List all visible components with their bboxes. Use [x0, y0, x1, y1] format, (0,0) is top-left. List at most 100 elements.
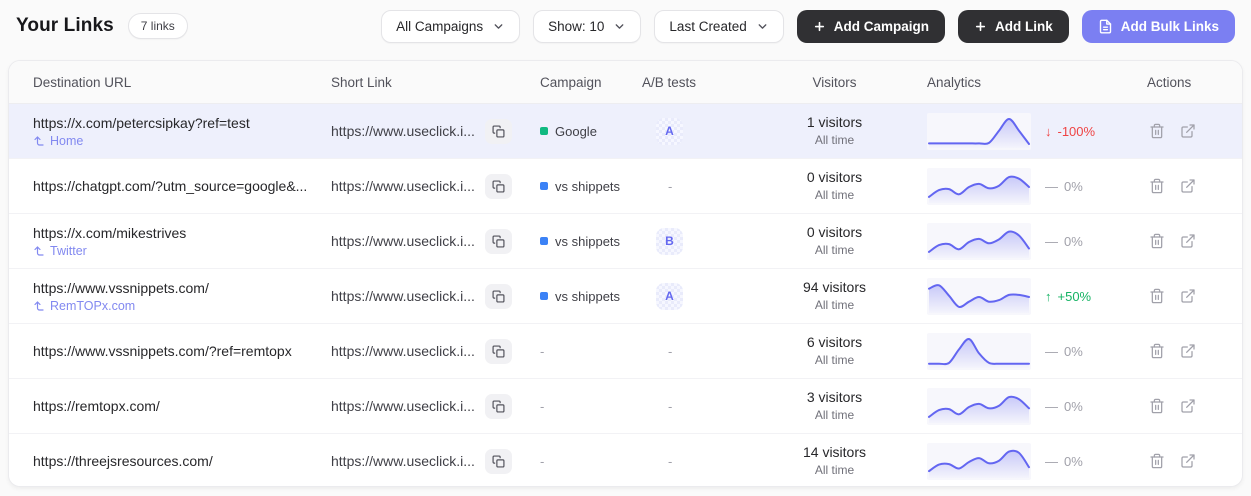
ab-test-badge[interactable]: B	[656, 227, 683, 255]
external-link-icon	[1181, 399, 1195, 413]
copy-short-link-button[interactable]	[484, 173, 512, 199]
plus-icon	[814, 21, 824, 31]
sort-filter-dropdown[interactable]: Last Created	[654, 9, 784, 43]
add-bulk-links-button[interactable]: Add Bulk Links	[1081, 9, 1235, 43]
show-filter-dropdown[interactable]: Show: 10	[533, 9, 642, 43]
destination-cell: https://www.vssnippets.com/?ref=remtopx	[33, 343, 331, 359]
short-link-cell: https://www.useclick.i...	[331, 283, 540, 309]
visitors-cell: 0 visitors All time	[742, 223, 927, 258]
open-link-button[interactable]	[1180, 453, 1196, 469]
page-ref-label: Twitter	[50, 243, 87, 258]
destination-url[interactable]: https://x.com/petercsipkay?ref=test	[33, 115, 331, 131]
ab-test-badge[interactable]: A	[656, 282, 683, 310]
copy-short-link-button[interactable]	[484, 338, 512, 364]
short-link-url[interactable]: https://www.useclick.i...	[331, 233, 475, 249]
ab-test-empty-dash: -	[668, 343, 673, 359]
short-link-url[interactable]: https://www.useclick.i...	[331, 288, 475, 304]
visitors-period: All time	[814, 243, 855, 258]
destination-url[interactable]: https://www.vssnippets.com/	[33, 280, 331, 296]
trend-label: +50%	[1057, 288, 1092, 304]
sparkline-box	[927, 332, 1031, 370]
chevron-down-icon	[616, 23, 624, 29]
destination-page-ref[interactable]: Twitter	[33, 244, 331, 258]
table-row[interactable]: https://x.com/mikestrives Twitter https:/…	[9, 214, 1242, 269]
ab-test-cell: B	[642, 227, 742, 255]
delete-link-button[interactable]	[1149, 288, 1165, 304]
copy-short-link-button[interactable]	[484, 393, 512, 419]
table-body: https://x.com/petercsipkay?ref=test Home …	[9, 104, 1242, 486]
table-row[interactable]: https://www.vssnippets.com/RemTOPx.com h…	[9, 269, 1242, 324]
visitors-period: All time	[814, 408, 855, 423]
delete-link-button[interactable]	[1149, 178, 1165, 194]
destination-page-ref[interactable]: Home	[33, 134, 331, 148]
copy-icon	[492, 124, 505, 138]
page-ref-label: RemTOPx.com	[50, 298, 136, 313]
visitors-sparkline-chart	[928, 117, 1030, 148]
toolbar: All Campaigns Show: 10 Last Created Add …	[381, 9, 1235, 43]
destination-url[interactable]: https://remtopx.com/	[33, 398, 331, 414]
external-link-icon	[1181, 344, 1195, 358]
destination-cell: https://threejsresources.com/	[33, 453, 331, 469]
add-link-button[interactable]: Add Link	[957, 9, 1069, 43]
copy-short-link-button[interactable]	[484, 283, 512, 309]
column-header-actions: Actions	[1147, 74, 1192, 90]
destination-url[interactable]: https://chatgpt.com/?utm_source=google&.…	[33, 178, 331, 194]
add-campaign-button[interactable]: Add Campaign	[796, 9, 945, 43]
trend-flat-icon: —	[1045, 398, 1058, 414]
short-link-url[interactable]: https://www.useclick.i...	[331, 343, 475, 359]
links-table-card: Destination URL Short Link Campaign A/B tes…	[8, 60, 1243, 487]
open-link-button[interactable]	[1180, 123, 1196, 139]
copy-icon	[492, 289, 505, 303]
destination-url[interactable]: https://x.com/mikestrives	[33, 225, 331, 241]
delete-link-button[interactable]	[1149, 123, 1165, 139]
ab-test-badge[interactable]: A	[656, 117, 683, 145]
copy-short-link-button[interactable]	[484, 118, 512, 144]
open-link-button[interactable]	[1180, 398, 1196, 414]
table-row[interactable]: https://www.vssnippets.com/?ref=remtopx …	[9, 324, 1242, 379]
copy-short-link-button[interactable]	[484, 228, 512, 254]
external-link-icon	[1181, 179, 1195, 193]
actions-cell	[1147, 123, 1218, 139]
short-link-url[interactable]: https://www.useclick.i...	[331, 178, 475, 194]
copy-short-link-button[interactable]	[484, 448, 512, 474]
short-link-url[interactable]: https://www.useclick.i...	[331, 123, 475, 139]
open-link-button[interactable]	[1180, 178, 1196, 194]
visitors-period: All time	[814, 188, 855, 203]
page-ref-arrow-icon	[34, 245, 44, 256]
open-link-button[interactable]	[1180, 343, 1196, 359]
short-link-cell: https://www.useclick.i...	[331, 228, 540, 254]
destination-url[interactable]: https://www.vssnippets.com/?ref=remtopx	[33, 343, 331, 359]
delete-link-button[interactable]	[1149, 453, 1165, 469]
ab-test-empty-dash: -	[668, 178, 673, 194]
table-row[interactable]: https://threejsresources.com/ https://ww…	[9, 434, 1242, 486]
short-link-url[interactable]: https://www.useclick.i...	[331, 398, 475, 414]
delete-link-button[interactable]	[1149, 233, 1165, 249]
table-row[interactable]: https://x.com/petercsipkay?ref=test Home …	[9, 104, 1242, 159]
visitors-cell: 1 visitors All time	[742, 113, 927, 148]
copy-icon	[492, 344, 505, 358]
delete-link-button[interactable]	[1149, 398, 1165, 414]
destination-page-ref[interactable]: RemTOPx.com	[33, 299, 331, 313]
external-link-icon	[1181, 124, 1195, 138]
table-row[interactable]: https://chatgpt.com/?utm_source=google&.…	[9, 159, 1242, 214]
delete-link-button[interactable]	[1149, 343, 1165, 359]
visitors-cell: 94 visitors All time	[742, 278, 927, 313]
open-link-button[interactable]	[1180, 233, 1196, 249]
visitors-count: 6 visitors	[806, 334, 863, 351]
destination-url[interactable]: https://threejsresources.com/	[33, 453, 331, 469]
visitors-count: 0 visitors	[806, 169, 863, 186]
ab-test-empty-dash: -	[668, 453, 673, 469]
trend-indicator: ↑ +50%	[1045, 289, 1091, 304]
table-row[interactable]: https://remtopx.com/ https://www.useclic…	[9, 379, 1242, 434]
plus-icon	[975, 21, 986, 31]
add-campaign-label: Add Campaign	[833, 18, 929, 34]
column-header-visitors: Visitors	[812, 74, 857, 90]
short-link-url[interactable]: https://www.useclick.i...	[331, 453, 475, 469]
delete-icon	[1150, 398, 1164, 414]
show-filter-value: Show: 10	[548, 18, 605, 34]
campaign-filter-dropdown[interactable]: All Campaigns	[381, 9, 521, 43]
visitors-period: All time	[814, 353, 855, 368]
visitors-period: All time	[814, 298, 855, 313]
open-link-button[interactable]	[1180, 288, 1196, 304]
campaign-cell: Google	[540, 124, 642, 139]
